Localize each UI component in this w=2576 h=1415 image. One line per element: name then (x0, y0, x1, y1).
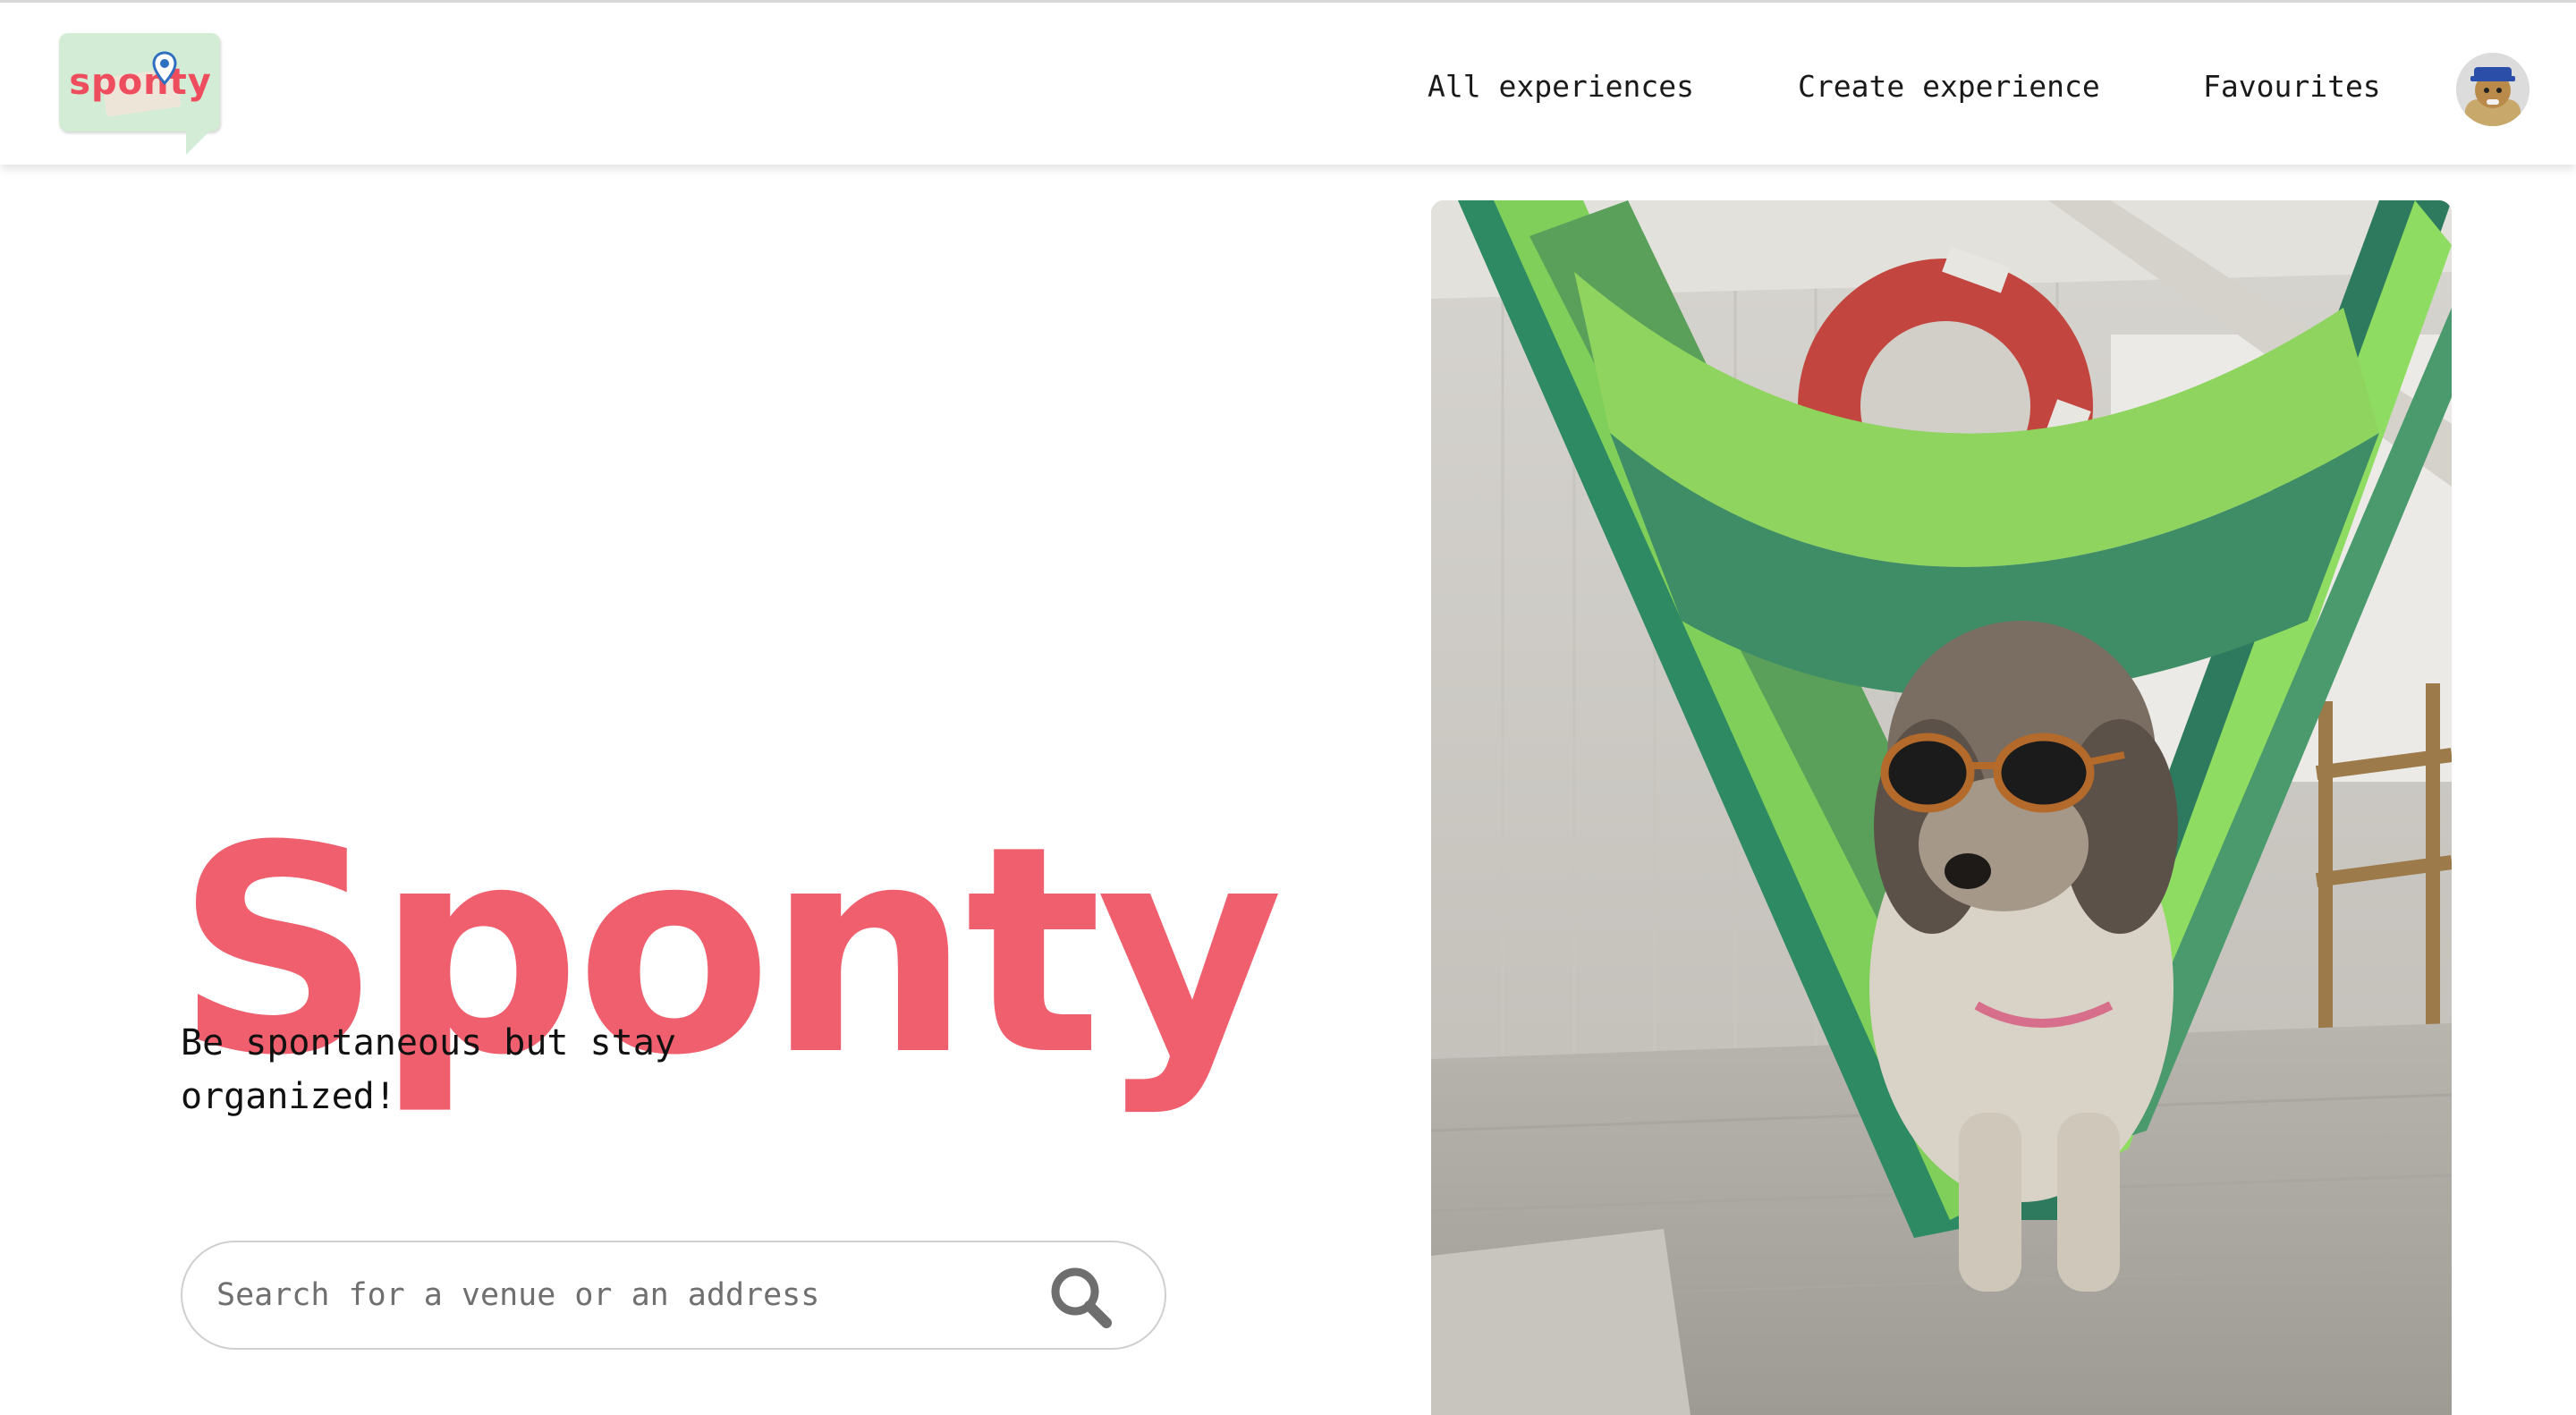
user-avatar[interactable] (2456, 53, 2529, 126)
sponty-logo[interactable]: sponty (59, 33, 222, 158)
logo-text: sponty (69, 62, 212, 103)
logo-bubble-tail (186, 126, 215, 155)
map-pin-icon (152, 51, 177, 85)
hero-tagline: Be spontaneous but stay organized! (181, 1022, 676, 1117)
navbar: sponty All experiences Create experience… (0, 0, 2576, 165)
search-bar (181, 1241, 1166, 1350)
dog-in-hammock-photo (1431, 200, 2452, 1415)
nav-all-experiences[interactable]: All experiences (1428, 69, 1694, 104)
nav-create-experience[interactable]: Create experience (1798, 69, 2100, 104)
nav-favourites[interactable]: Favourites (2203, 69, 2381, 104)
avatar-icon (2456, 53, 2529, 126)
search-icon[interactable] (1046, 1262, 1117, 1334)
search-input[interactable] (215, 1242, 1020, 1348)
hero-image (1431, 200, 2452, 1415)
